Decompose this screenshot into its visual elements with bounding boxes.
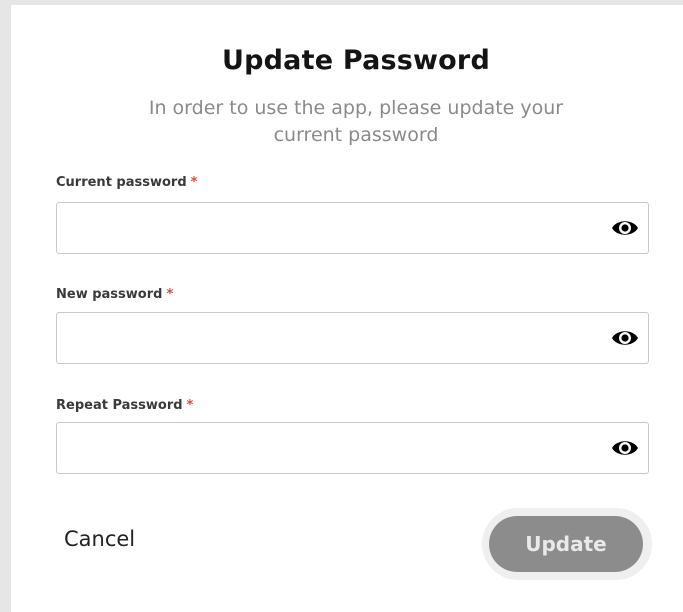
required-mark: *: [166, 287, 174, 302]
repeat-password-label-text: Repeat Password: [56, 398, 183, 413]
update-button[interactable]: Update: [489, 516, 643, 572]
current-password-label-text: Current password: [56, 175, 187, 190]
dialog-subtitle: In order to use the app, please update y…: [126, 95, 586, 149]
current-password-input[interactable]: [57, 203, 597, 253]
repeat-password-input[interactable]: [57, 423, 597, 473]
new-password-label-text: New password: [56, 287, 163, 302]
app-frame: Update Password In order to use the app,…: [0, 0, 683, 612]
update-button-container: Update: [482, 508, 652, 580]
current-password-label: Current password *: [56, 175, 197, 190]
repeat-password-label: Repeat Password *: [56, 398, 193, 413]
current-password-field: [56, 202, 649, 254]
required-mark: *: [190, 175, 198, 190]
required-mark: *: [186, 398, 194, 413]
update-password-dialog: Update Password In order to use the app,…: [11, 5, 683, 612]
frame-left-border: [0, 0, 11, 612]
dialog-title: Update Password: [222, 45, 490, 76]
cancel-button[interactable]: Cancel: [64, 527, 135, 551]
new-password-label: New password *: [56, 287, 173, 302]
eye-icon[interactable]: [611, 326, 639, 350]
new-password-input[interactable]: [57, 313, 597, 363]
eye-icon[interactable]: [611, 436, 639, 460]
dialog-subtitle-line1: In order to use the app, please update y…: [148, 97, 564, 119]
eye-icon[interactable]: [611, 216, 639, 240]
repeat-password-field: [56, 422, 649, 474]
new-password-field: [56, 312, 649, 364]
dialog-subtitle-line2: current password: [273, 124, 439, 146]
